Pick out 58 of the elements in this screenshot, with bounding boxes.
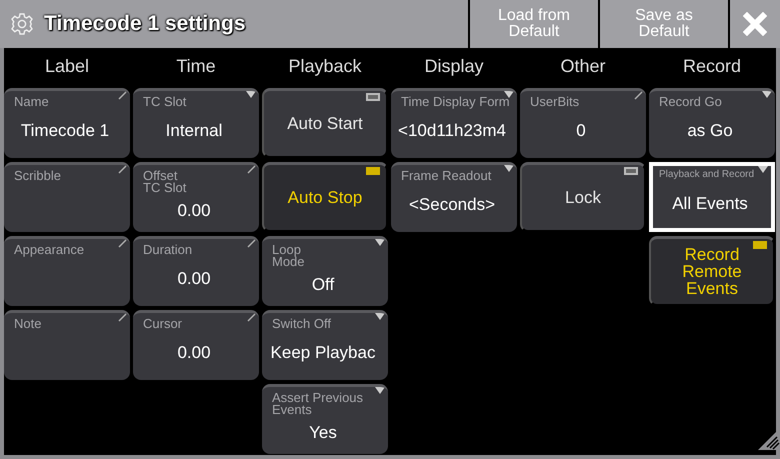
setting-value: <10d11h23m4 xyxy=(398,121,506,141)
setting-cell[interactable]: Frame Readout <Seconds> xyxy=(391,162,517,232)
setting-cell[interactable]: Scribble xyxy=(4,162,130,232)
setting-cell[interactable]: UserBits 0 xyxy=(520,88,646,158)
column-heading: Record xyxy=(682,56,742,76)
setting-value: Off xyxy=(312,275,334,295)
setting-value: 0.00 xyxy=(177,201,211,221)
setting-cell[interactable]: Appearance xyxy=(4,236,130,306)
setting-label: Record Go xyxy=(659,96,722,108)
setting-label: Duration xyxy=(143,244,192,256)
column-heading: Time xyxy=(176,56,216,76)
setting-label: Scribble xyxy=(14,170,61,182)
column-heading: Other xyxy=(560,56,606,76)
setting-value: 0 xyxy=(576,121,586,141)
setting-label: Appearance xyxy=(14,244,84,256)
column-heading: Display xyxy=(424,56,484,76)
setting-label: Note xyxy=(14,318,42,330)
setting-value: Yes xyxy=(309,423,337,443)
toggle-button[interactable]: Auto Stop xyxy=(262,162,388,232)
setting-cell[interactable]: Loop Mode Off xyxy=(262,236,388,306)
setting-cell[interactable]: Switch Off Keep Playbac xyxy=(262,310,388,380)
window-title: Timecode 1 settings xyxy=(44,12,246,36)
setting-label: Switch Off xyxy=(272,318,332,330)
setting-cell[interactable]: Playback and Record All Events xyxy=(649,162,775,232)
setting-cell[interactable]: Note xyxy=(4,310,130,380)
setting-label: TC Slot xyxy=(143,96,186,108)
setting-cell[interactable]: Name Timecode 1 xyxy=(4,88,130,158)
setting-label: Cursor xyxy=(143,318,182,330)
setting-value: Keep Playbac xyxy=(270,343,376,363)
setting-label: UserBits xyxy=(530,96,580,108)
setting-cell[interactable]: Duration 0.00 xyxy=(133,236,259,306)
close-icon xyxy=(743,12,767,36)
setting-value: 0.00 xyxy=(177,269,211,289)
toggle-button[interactable]: Record Remote Events xyxy=(649,236,775,306)
setting-value: 0.00 xyxy=(177,343,211,363)
column-heading: Playback xyxy=(288,56,362,76)
settings-icon xyxy=(10,12,34,36)
setting-cell[interactable]: Cursor 0.00 xyxy=(133,310,259,380)
setting-value: <Seconds> xyxy=(408,195,495,215)
setting-cell[interactable]: Assert Previous Events Yes xyxy=(262,384,388,454)
setting-cell[interactable]: Time Display Form <10d11h23m4 xyxy=(391,88,517,158)
setting-label: Offset TC Slot xyxy=(143,170,186,194)
setting-cell[interactable]: Offset TC Slot 0.00 xyxy=(133,162,259,232)
setting-cell[interactable]: Record Go as Go xyxy=(649,88,775,158)
setting-label: Playback and Record xyxy=(659,169,754,181)
setting-label: Assert Previous Events xyxy=(272,392,364,416)
setting-label: Time Display Form xyxy=(401,96,510,108)
toggle-button[interactable]: Lock xyxy=(520,162,646,232)
setting-label: Loop Mode xyxy=(272,244,305,268)
column-heading: Label xyxy=(44,56,90,76)
setting-value: as Go xyxy=(687,121,733,141)
setting-value: Timecode 1 xyxy=(20,121,110,141)
setting-label: Name xyxy=(14,96,49,108)
setting-value: Internal xyxy=(166,121,222,141)
setting-label: Frame Readout xyxy=(401,170,492,182)
setting-value: All Events xyxy=(672,194,748,214)
setting-cell[interactable]: TC Slot Internal xyxy=(133,88,259,158)
toggle-button[interactable]: Auto Start xyxy=(262,88,388,158)
